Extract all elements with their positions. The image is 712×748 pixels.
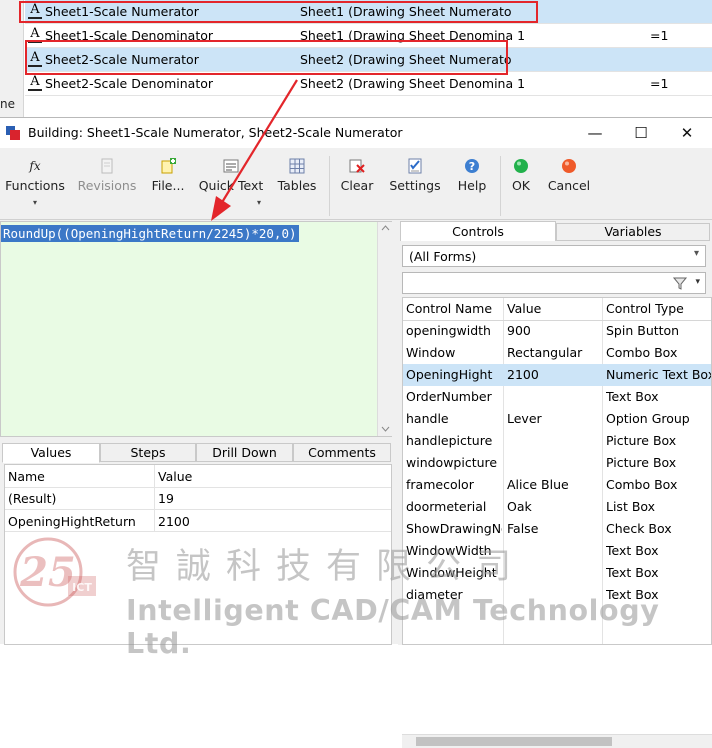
horizontal-scrollbar[interactable] — [402, 734, 712, 748]
scroll-thumb[interactable] — [416, 737, 612, 746]
annotation-arrow — [211, 79, 298, 221]
